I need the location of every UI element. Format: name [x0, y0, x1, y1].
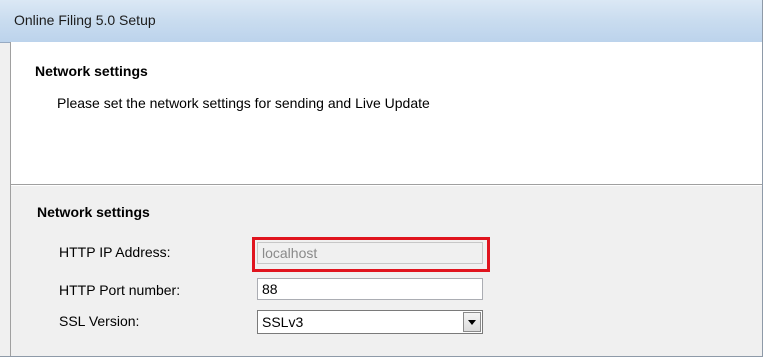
highlight-box — [252, 237, 490, 272]
http-port-label: HTTP Port number: — [59, 282, 181, 298]
setup-window: Online Filing 5.0 Setup Network settings… — [0, 0, 763, 357]
page-title: Network settings — [35, 63, 148, 79]
title-bar[interactable]: Online Filing 5.0 Setup — [0, 0, 762, 43]
chevron-down-icon[interactable] — [463, 312, 481, 332]
ssl-version-value: SSLv3 — [262, 314, 304, 330]
header-panel: Network settings Please set the network … — [11, 42, 762, 185]
window-title: Online Filing 5.0 Setup — [14, 12, 156, 28]
http-ip-label: HTTP IP Address: — [59, 244, 171, 260]
http-port-field[interactable]: 88 — [257, 278, 483, 300]
ssl-version-label: SSL Version: — [59, 313, 140, 329]
page-description: Please set the network settings for send… — [57, 95, 430, 111]
group-title: Network settings — [37, 204, 150, 220]
ssl-version-select[interactable]: SSLv3 — [257, 310, 483, 334]
wizard-content: Network settings Please set the network … — [10, 42, 762, 356]
